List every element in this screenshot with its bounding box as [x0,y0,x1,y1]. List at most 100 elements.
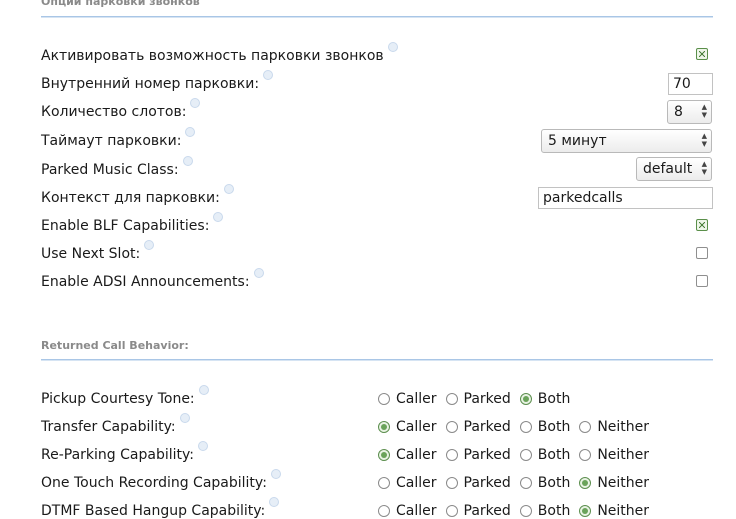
radio-option-parked[interactable]: Parked [445,475,511,491]
enable-parking-checkbox[interactable] [696,48,708,60]
radio-option-label: Parked [463,475,511,491]
next-slot-checkbox[interactable] [696,247,708,259]
radio-button[interactable] [519,477,532,489]
slots-count-label-text: Количество слотов: [41,104,187,120]
radio-option-neither[interactable]: Neither [579,419,649,435]
returned-row-label-text: Pickup Courtesy Tone: [41,391,195,407]
slots-count-label: Количество слотов: [41,98,201,120]
radio-group: Caller Parked Both Neither [378,419,658,435]
parking-extension-label-text: Внутренний номер парковки: [41,76,260,92]
radio-option-label: Both [537,475,571,491]
radio-option-parked[interactable]: Parked [445,391,511,407]
radio-option-label: Parked [463,447,511,463]
help-icon[interactable] [198,385,209,395]
radio-option-label: Parked [463,391,511,407]
radio-button[interactable] [378,421,390,433]
returned-row-label-text: DTMF Based Hangup Capability: [41,503,266,519]
radio-option-both[interactable]: Both [519,503,570,519]
returned-row-label: Re-Parking Capability: [41,441,208,463]
radio-option-both[interactable]: Both [519,447,570,463]
radio-button[interactable] [579,449,592,461]
help-icon[interactable] [223,184,234,194]
music-class-value: default [643,161,693,177]
select-arrows-icon: ▲ ▼ [701,160,707,176]
help-icon[interactable] [190,98,201,108]
help-icon[interactable] [144,240,155,250]
radio-option-label: Caller [396,475,437,491]
help-icon[interactable] [270,469,281,479]
help-icon[interactable] [197,441,208,451]
adsi-label-text: Enable ADSI Announcements: [41,274,250,290]
radio-button[interactable] [445,505,458,517]
radio-button[interactable] [519,393,532,405]
radio-option-label: Parked [463,503,511,519]
radio-option-label: Neither [597,475,650,491]
help-icon[interactable] [185,127,196,137]
adsi-label: Enable ADSI Announcements: [41,268,264,290]
blf-label-text: Enable BLF Capabilities: [41,218,210,234]
returned-row-label: Pickup Courtesy Tone: [41,385,209,407]
radio-option-both[interactable]: Both [519,391,570,407]
parking-context-input[interactable] [538,187,713,209]
radio-option-caller[interactable]: Caller [378,419,437,435]
help-icon[interactable] [387,42,398,52]
radio-button[interactable] [519,505,532,517]
slots-count-select[interactable]: 8 ▲ ▼ [667,100,712,124]
radio-option-caller[interactable]: Caller [378,391,437,407]
radio-option-label: Neither [597,447,650,463]
radio-button[interactable] [445,449,458,461]
section-title-returned: Returned Call Behavior: [41,339,189,352]
returned-row-label: DTMF Based Hangup Capability: [41,497,280,519]
radio-option-both[interactable]: Both [519,419,570,435]
help-icon[interactable] [213,212,224,222]
help-icon[interactable] [179,413,190,423]
radio-option-caller[interactable]: Caller [378,447,437,463]
radio-button[interactable] [378,505,390,517]
music-class-select[interactable]: default ▲ ▼ [636,157,712,181]
radio-button[interactable] [579,505,592,517]
parking-timeout-select[interactable]: 5 минут ▲ ▼ [541,129,712,153]
radio-option-parked[interactable]: Parked [445,447,511,463]
help-icon[interactable] [269,497,280,507]
adsi-checkbox[interactable] [696,275,708,287]
radio-group: Caller Parked Both Neither [378,447,658,463]
radio-option-both[interactable]: Both [519,475,571,491]
radio-option-parked[interactable]: Parked [445,503,511,519]
radio-option-label: Neither [597,503,650,519]
radio-option-parked[interactable]: Parked [445,419,511,435]
returned-row-label: One Touch Recording Capability: [41,469,281,491]
section-divider [41,16,713,18]
radio-button[interactable] [445,421,458,433]
help-icon[interactable] [253,268,264,278]
parking-extension-input[interactable] [668,73,713,95]
radio-button[interactable] [378,477,390,489]
radio-button[interactable] [378,449,390,461]
radio-option-caller[interactable]: Caller [378,503,437,519]
parking-context-label-text: Контекст для парковки: [41,190,220,206]
parking-timeout-label: Таймаут парковки: [41,127,196,149]
radio-option-neither[interactable]: Neither [579,447,649,463]
radio-button[interactable] [579,421,592,433]
radio-button[interactable] [445,477,458,489]
radio-group: Caller Parked Both Neither [378,475,658,491]
radio-option-neither[interactable]: Neither [579,475,649,491]
radio-option-neither[interactable]: Neither [579,503,649,519]
radio-option-caller[interactable]: Caller [378,475,437,491]
radio-button[interactable] [519,421,532,433]
help-icon[interactable] [263,70,274,80]
enable-parking-label: Активировать возможность парковки звонко… [41,42,398,64]
radio-option-label: Caller [396,447,437,463]
section-divider [41,359,713,361]
returned-row-label-text: Re-Parking Capability: [41,447,194,463]
music-class-label: Parked Music Class: [41,156,193,178]
help-icon[interactable] [182,156,193,166]
radio-button[interactable] [579,477,592,489]
radio-option-label: Caller [396,419,437,435]
radio-group: Caller Parked Both [378,391,579,407]
radio-button[interactable] [378,393,390,405]
enable-parking-label-text: Активировать возможность парковки звонко… [41,48,384,64]
radio-button[interactable] [445,393,458,405]
blf-checkbox[interactable] [696,219,708,231]
parking-context-label: Контекст для парковки: [41,184,234,206]
radio-button[interactable] [519,449,532,461]
